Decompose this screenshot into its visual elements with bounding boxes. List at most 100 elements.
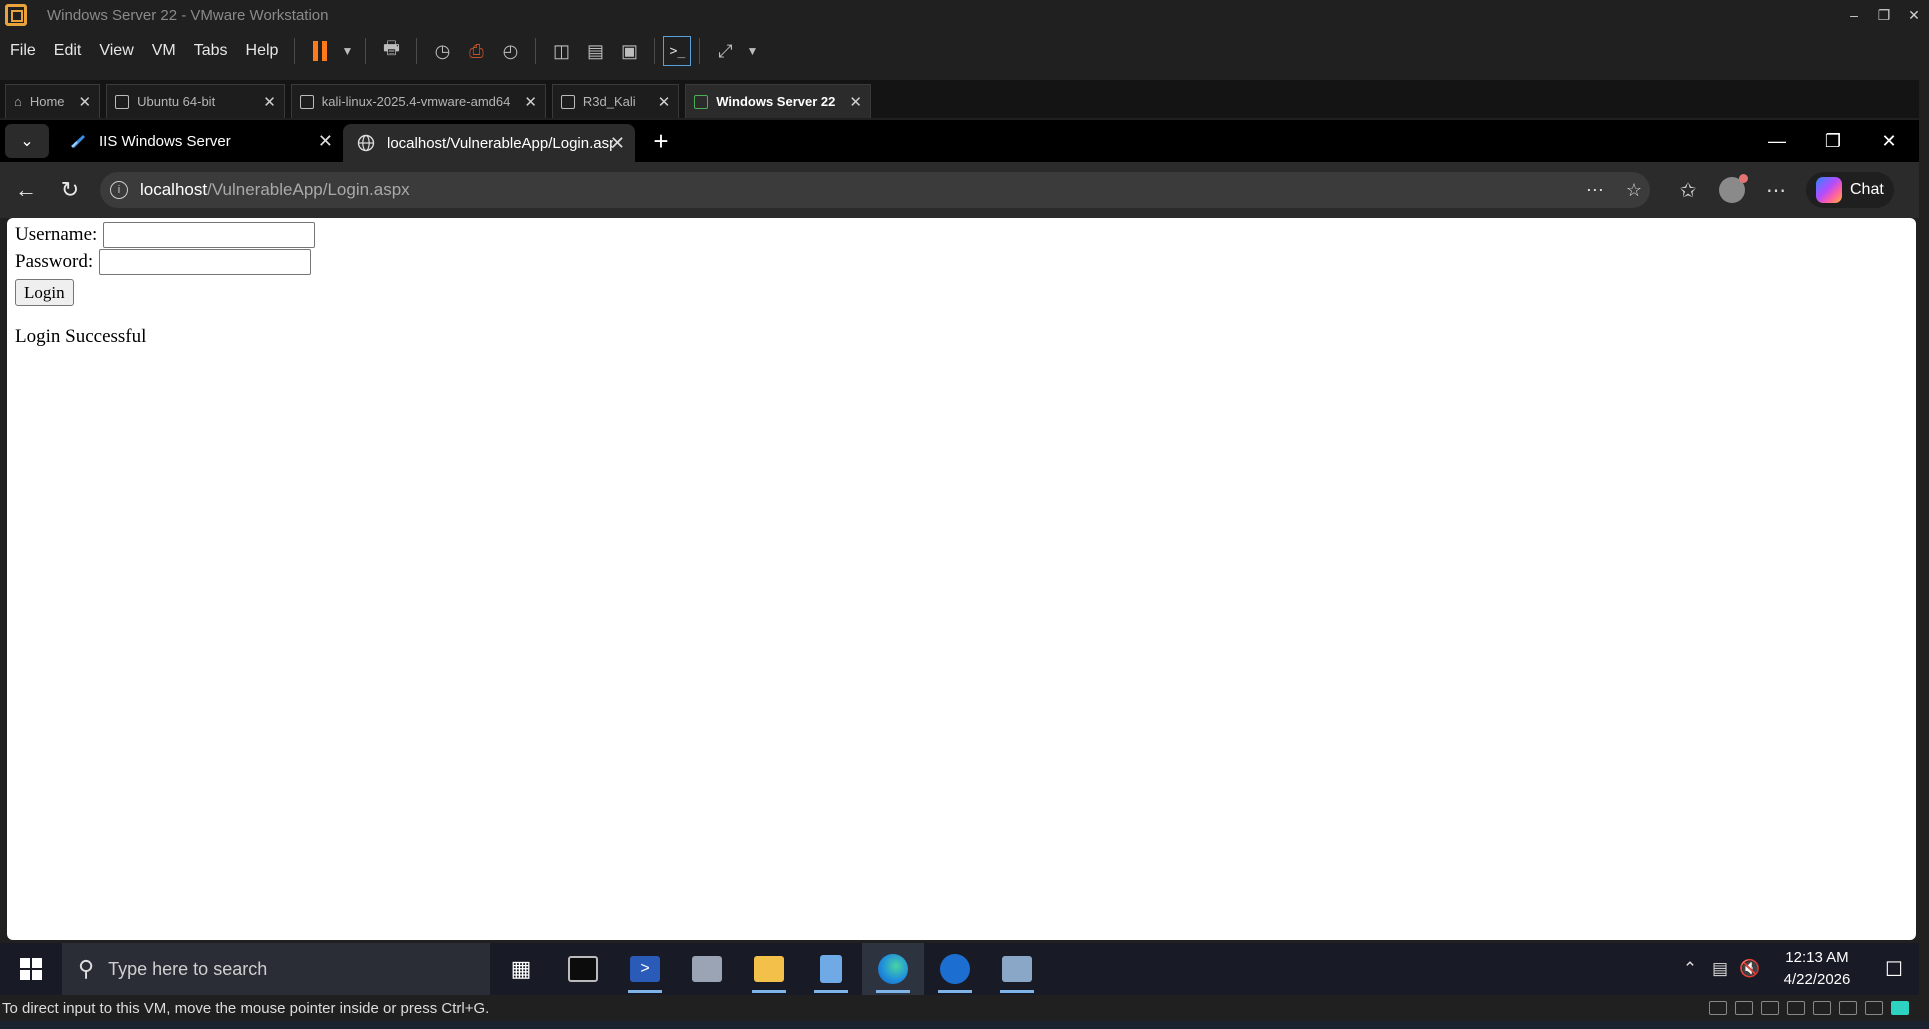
restore-icon[interactable]: ❐ [1869, 0, 1899, 30]
cd-drive-icon[interactable] [1735, 1001, 1753, 1015]
sound-card-icon[interactable] [1839, 1001, 1857, 1015]
message-log-icon[interactable] [1891, 1001, 1909, 1015]
close-icon[interactable]: ✕ [1861, 120, 1917, 162]
copilot-chat-button[interactable]: Chat [1806, 172, 1894, 208]
status-text: To direct input to this VM, move the mou… [2, 999, 490, 1017]
tab-actions-chevron-icon[interactable]: ⌄ [5, 124, 49, 158]
menu-help[interactable]: Help [236, 42, 287, 60]
chevron-up-icon[interactable]: ⌃ [1675, 959, 1705, 979]
password-field[interactable] [99, 249, 312, 275]
avatar [1719, 174, 1748, 203]
fullscreen-icon[interactable]: ▣ [612, 36, 646, 66]
browser-tab-label: IIS Windows Server [99, 132, 231, 150]
network-icon[interactable]: ▤ [1705, 959, 1735, 979]
visual-studio-app-icon[interactable] [924, 943, 986, 995]
pause-button[interactable] [303, 36, 337, 66]
close-icon[interactable]: ✕ [610, 133, 625, 154]
close-icon[interactable]: ✕ [524, 93, 537, 111]
favorite-star-icon[interactable]: ☆ [1626, 180, 1642, 201]
hard-disk-icon[interactable] [1709, 1001, 1727, 1015]
stretch-dropdown-icon[interactable]: ▼ [742, 36, 762, 66]
divider [699, 38, 701, 64]
scrollbar[interactable] [1919, 30, 1929, 990]
iis-icon [71, 135, 85, 148]
send-keys-icon[interactable]: 🖶 [374, 36, 408, 66]
notification-icon[interactable]: ☐ [1869, 957, 1919, 982]
vm-tab-windows-server[interactable]: Windows Server 22 ✕ [685, 84, 871, 118]
vmware-logo-icon [5, 4, 27, 26]
menu-view[interactable]: View [89, 42, 141, 60]
close-icon[interactable]: ✕ [1899, 0, 1929, 30]
windows-taskbar: ⚲ Type here to search ▦ > ⌃ ▤ 🔇 12:13 AM… [0, 943, 1919, 995]
cmd-app-icon[interactable] [552, 943, 614, 995]
clock-time: 12:13 AM [1785, 949, 1849, 966]
vm-tab-r3d-kali[interactable]: R3d_Kali ✕ [551, 84, 680, 118]
search-icon: ⚲ [78, 956, 95, 981]
chat-label: Chat [1850, 181, 1884, 198]
close-icon[interactable]: ✕ [79, 93, 92, 111]
address-bar[interactable]: i localhost/VulnerableApp/Login.aspx ⋯ ☆ [100, 172, 1650, 208]
close-icon[interactable]: ✕ [849, 93, 862, 111]
vm-tab-kali[interactable]: kali-linux-2025.4-vmware-amd64 ✕ [290, 84, 546, 118]
vmware-title-bar: Windows Server 22 - VMware Workstation –… [0, 0, 1929, 30]
minimize-icon[interactable]: – [1839, 0, 1869, 30]
info-icon[interactable]: i [110, 181, 128, 199]
usb-icon[interactable] [1813, 1001, 1831, 1015]
vm-tab-ubuntu[interactable]: Ubuntu 64-bit ✕ [106, 84, 285, 118]
powershell-app-icon[interactable]: > [614, 943, 676, 995]
close-icon[interactable]: ✕ [658, 93, 671, 111]
network-adapter-icon[interactable] [1761, 1001, 1779, 1015]
wireless-icon[interactable] [1865, 1001, 1883, 1015]
url-host: localhost [140, 180, 208, 199]
stretch-icon[interactable]: ⤢ [708, 36, 742, 66]
desktop: Windows Server 22 - VMware Workstation –… [0, 0, 1929, 1029]
edge-app-icon[interactable] [862, 943, 924, 995]
favorites-icon[interactable]: ✩ [1666, 178, 1710, 203]
start-button[interactable] [0, 943, 62, 995]
snapshot-icon[interactable]: ◷ [425, 36, 459, 66]
username-field[interactable] [103, 222, 316, 248]
thumbnail-bar-icon[interactable]: ▤ [578, 36, 612, 66]
vm-tab-label: R3d_Kali [582, 94, 636, 109]
new-tab-plus-icon[interactable]: + [641, 126, 681, 157]
refresh-icon[interactable]: ↻ [48, 170, 92, 210]
browser-tab-iis[interactable]: IIS Windows Server ✕ [55, 122, 343, 160]
library-view-icon[interactable]: ◫ [544, 36, 578, 66]
vm-tab-label: Home [29, 94, 65, 109]
windows-logo-icon [20, 958, 42, 980]
pause-icon [313, 41, 328, 61]
minimize-icon[interactable]: — [1749, 120, 1805, 162]
restore-icon[interactable]: ❐ [1805, 120, 1861, 162]
browser-tab-login[interactable]: localhost/VulnerableApp/Login.aspx ✕ [343, 124, 635, 162]
clock-date: 4/22/2026 [1783, 971, 1851, 988]
console-view-icon[interactable]: >_ [663, 36, 692, 66]
close-icon[interactable]: ✕ [318, 131, 333, 152]
password-label: Password: [15, 251, 94, 272]
power-dropdown-icon[interactable]: ▼ [337, 36, 357, 66]
iis-manager-app-icon[interactable] [986, 943, 1048, 995]
menu-file[interactable]: File [0, 42, 44, 60]
taskbar-search[interactable]: ⚲ Type here to search [62, 943, 490, 995]
task-view-icon[interactable]: ▦ [490, 943, 552, 995]
more-options-icon[interactable]: ⋯ [1754, 178, 1798, 203]
menu-vm[interactable]: VM [142, 42, 184, 60]
clock[interactable]: 12:13 AM 4/22/2026 [1777, 947, 1857, 991]
network-adapter-icon[interactable] [1787, 1001, 1805, 1015]
vm-tab-home[interactable]: ⌂ Home ✕ [5, 84, 101, 118]
close-icon[interactable]: ✕ [263, 93, 276, 111]
menu-edit[interactable]: Edit [44, 42, 90, 60]
menu-tabs[interactable]: Tabs [184, 42, 236, 60]
revert-snapshot-icon[interactable]: ⎙ [459, 36, 493, 66]
notepad-app-icon[interactable] [800, 943, 862, 995]
volume-muted-icon[interactable]: 🔇 [1735, 959, 1765, 979]
profile-button[interactable] [1710, 174, 1754, 203]
snapshot-manager-icon[interactable]: ◴ [493, 36, 527, 66]
globe-icon [357, 134, 375, 152]
server-manager-app-icon[interactable] [676, 943, 738, 995]
back-arrow-icon[interactable]: ← [4, 170, 48, 210]
login-button[interactable]: Login [15, 279, 74, 306]
divider [535, 38, 537, 64]
file-explorer-app-icon[interactable] [738, 943, 800, 995]
browser-actions: ✩ ⋯ Chat [1666, 172, 1894, 208]
reading-options-icon[interactable]: ⋯ [1586, 180, 1604, 201]
